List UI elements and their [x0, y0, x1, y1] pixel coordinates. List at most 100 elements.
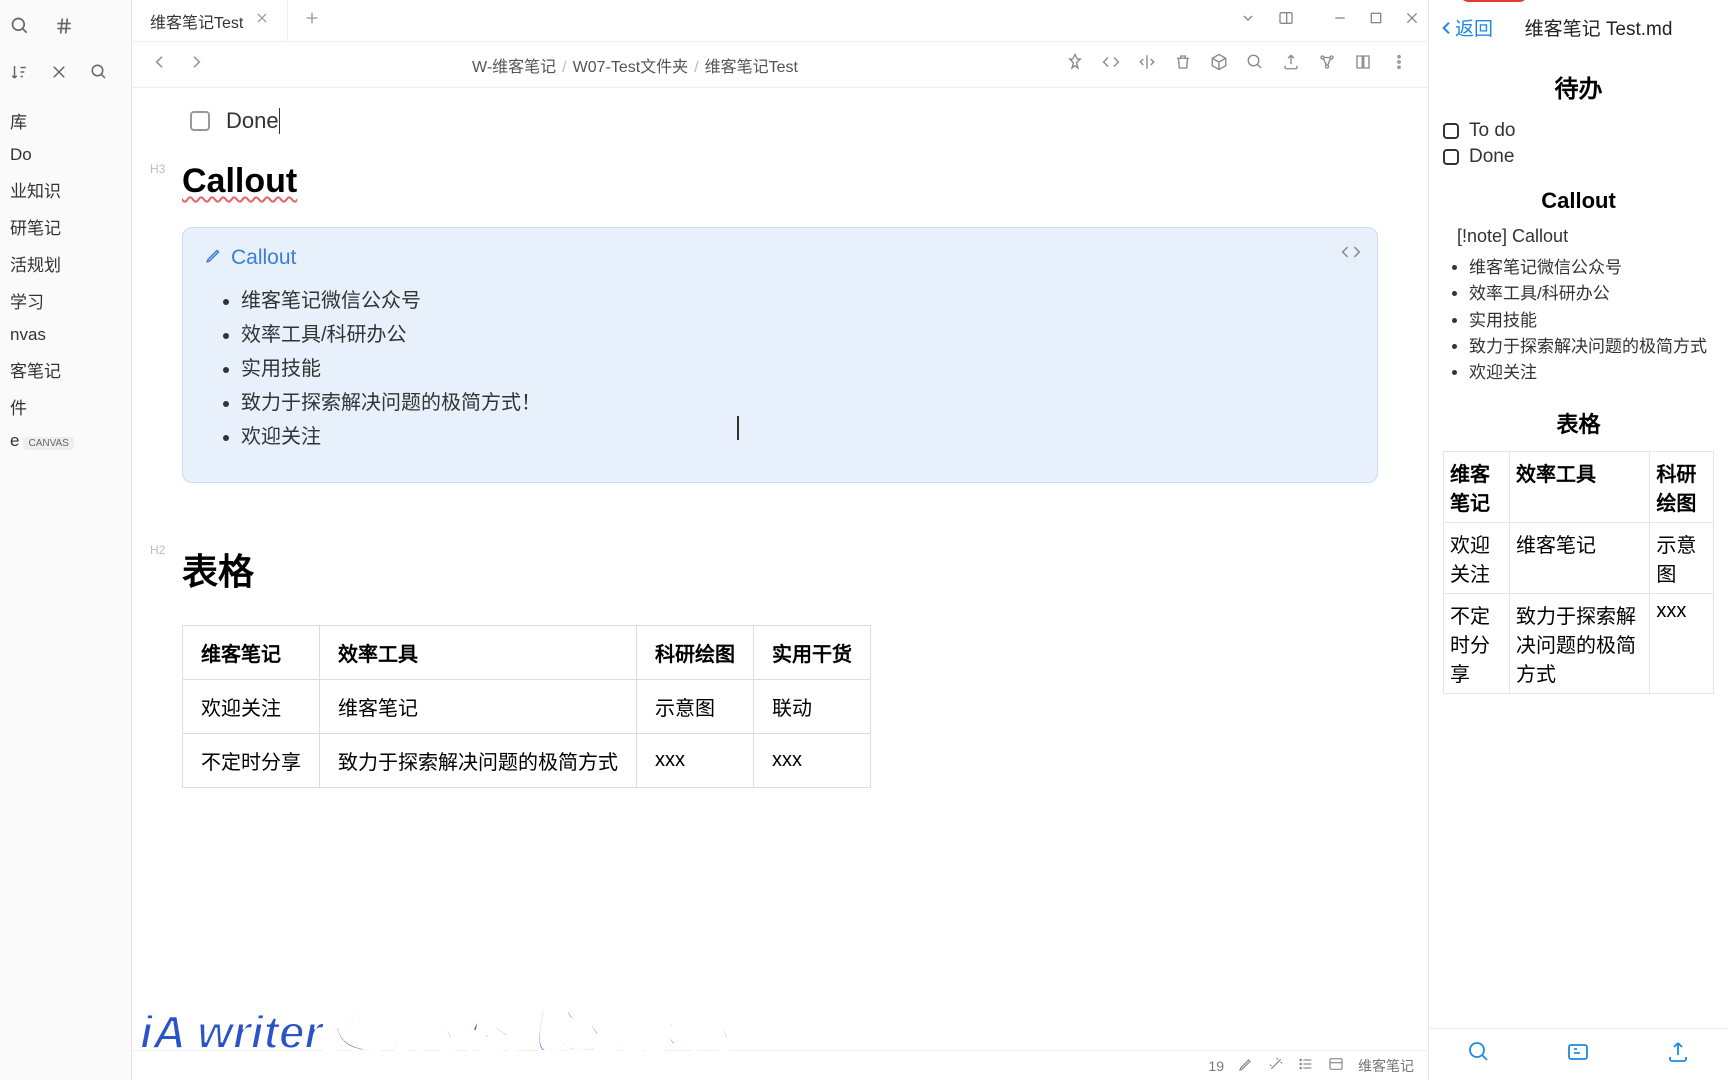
breadcrumb[interactable]: W-维客笔记/W07-Test文件夹/维客笔记Test — [222, 53, 1048, 77]
phone-header: 返回 维客笔记 Test.md — [1429, 0, 1728, 55]
callout-item: 致力于探索解决问题的极简方式！ — [241, 386, 1355, 420]
editor[interactable]: Done H3 Callout Callout 维客笔记微信公众号效率工具/科研… — [132, 88, 1428, 1050]
tabbar: 维客笔记Test — [132, 0, 1428, 42]
heading-table[interactable]: 表格 — [182, 543, 1378, 595]
nav-item[interactable]: 客笔记 — [0, 351, 131, 388]
nav-item[interactable]: eCANVAS — [0, 425, 131, 457]
nav-item[interactable]: Do — [0, 139, 131, 171]
phone-list-item: 实用技能 — [1469, 308, 1714, 334]
split-icon[interactable] — [1138, 53, 1156, 76]
chevron-down-icon[interactable] — [1240, 10, 1256, 31]
word-count[interactable]: 19 — [1208, 1058, 1224, 1074]
text-cursor — [737, 416, 739, 440]
main-table[interactable]: 维客笔记效率工具科研绘图实用干货 欢迎关注维客笔记示意图联动不定时分享致力于探索… — [182, 625, 871, 788]
trash-icon[interactable] — [1174, 53, 1192, 76]
nav-item[interactable]: 学习 — [0, 282, 131, 319]
callout-list: 维客笔记微信公众号效率工具/科研办公实用技能致力于探索解决问题的极简方式！欢迎关… — [205, 284, 1355, 454]
callout-item: 欢迎关注 — [241, 420, 1355, 454]
h3-marker: H3 — [150, 162, 165, 176]
phone-bottom-bar — [1429, 1028, 1728, 1080]
phone-share-icon[interactable] — [1666, 1040, 1690, 1069]
phone-task-2[interactable]: Done — [1443, 146, 1714, 168]
phone-search-icon[interactable] — [1467, 1040, 1491, 1069]
toolbar: W-维客笔记/W07-Test文件夹/维客笔记Test — [132, 42, 1428, 88]
sidebar-tools — [0, 49, 131, 94]
nav-item[interactable]: 业知识 — [0, 171, 131, 208]
table-header: 效率工具 — [320, 626, 637, 680]
sort-icon[interactable] — [10, 63, 28, 86]
crumb-1[interactable]: W-维客笔记 — [472, 59, 556, 76]
nav-back-icon[interactable] — [152, 54, 168, 75]
h2-marker: H2 — [150, 543, 165, 557]
callout-code-icon[interactable] — [1341, 242, 1361, 267]
table-row[interactable]: 欢迎关注维客笔记示意图联动 — [183, 680, 871, 734]
phone-notch — [1459, 0, 1529, 2]
nav-item[interactable]: 研笔记 — [0, 208, 131, 245]
search-files-icon[interactable] — [90, 63, 108, 86]
graph-icon[interactable] — [1318, 53, 1336, 76]
callout-title: Callout — [231, 246, 296, 270]
minimize-icon[interactable] — [1332, 10, 1348, 31]
layout-icon[interactable] — [1328, 1056, 1344, 1075]
sidebar-top-icons — [0, 8, 131, 49]
phone-translate-icon[interactable] — [1566, 1040, 1590, 1069]
phone-list: 维客笔记微信公众号效率工具/科研办公实用技能致力于探索解决问题的极简方式欢迎关注 — [1443, 255, 1714, 387]
close-window-icon[interactable] — [1404, 10, 1420, 31]
list-icon[interactable] — [1298, 1056, 1314, 1075]
phone-h-table: 表格 — [1443, 407, 1714, 439]
task-checkbox[interactable] — [190, 111, 210, 131]
search-icon[interactable] — [10, 16, 30, 41]
table-header: 维客笔记 — [183, 626, 320, 680]
phone-h-todo: 待办 — [1443, 69, 1714, 104]
phone-task-1[interactable]: To do — [1443, 120, 1714, 142]
callout-header: Callout — [205, 246, 1355, 270]
nav-forward-icon[interactable] — [188, 54, 204, 75]
table-row[interactable]: 不定时分享致力于探索解决问题的极简方式xxxxxx — [183, 734, 871, 788]
package-icon[interactable] — [1210, 53, 1228, 76]
tab-title: 维客笔记Test — [150, 9, 243, 33]
task-label: Done — [226, 108, 280, 134]
export-icon[interactable] — [1282, 53, 1300, 76]
pencil-icon — [205, 246, 223, 270]
phone-list-item: 致力于探索解决问题的极简方式 — [1469, 334, 1714, 360]
table-header: 科研绘图 — [637, 626, 754, 680]
phone-body[interactable]: 待办 To do Done Callout [!note] Callout 维客… — [1429, 55, 1728, 1028]
phone-table: 维客笔记效率工具科研绘图 欢迎关注维客笔记示意图不定时分享致力于探索解决问题的极… — [1443, 451, 1714, 694]
vault-name[interactable]: 维客笔记 — [1358, 1056, 1414, 1076]
maximize-icon[interactable] — [1368, 10, 1384, 31]
more-icon[interactable] — [1390, 53, 1408, 76]
nav-item[interactable]: 库 — [0, 102, 131, 139]
sidebar: 库Do业知识研笔记活规划学习nvas客笔记件eCANVAS — [0, 0, 132, 1080]
tab-active[interactable]: 维客笔记Test — [132, 0, 288, 41]
book-icon[interactable] — [1354, 53, 1372, 76]
phone-list-item: 效率工具/科研办公 — [1469, 281, 1714, 307]
close-tab-icon[interactable] — [255, 11, 269, 30]
pin-icon[interactable] — [1066, 53, 1084, 76]
main: 维客笔记Test W-维客笔记/W07-Test文件夹/维客笔记Test — [132, 0, 1428, 1080]
crumb-2[interactable]: W07-Test文件夹 — [573, 59, 689, 76]
statusbar: 19 维客笔记 — [132, 1050, 1428, 1080]
nav-list: 库Do业知识研笔记活规划学习nvas客笔记件eCANVAS — [0, 94, 131, 465]
edit-icon[interactable] — [1238, 1056, 1254, 1075]
crumb-3[interactable]: 维客笔记Test — [705, 59, 798, 76]
tag-icon[interactable] — [54, 16, 74, 41]
collapse-icon[interactable] — [50, 63, 68, 86]
code-icon[interactable] — [1102, 53, 1120, 76]
nav-item[interactable]: 活规划 — [0, 245, 131, 282]
heading-callout[interactable]: Callout — [182, 162, 297, 201]
task-done[interactable]: Done — [190, 108, 1378, 134]
callout-block[interactable]: Callout 维客笔记微信公众号效率工具/科研办公实用技能致力于探索解决问题的… — [182, 227, 1378, 483]
phone-note-raw: [!note] Callout — [1443, 226, 1714, 247]
callout-item: 实用技能 — [241, 352, 1355, 386]
nav-item[interactable]: 件 — [0, 388, 131, 425]
new-tab-button[interactable] — [288, 10, 336, 31]
search-note-icon[interactable] — [1246, 53, 1264, 76]
canvas-badge: CANVAS — [23, 437, 73, 450]
wand-icon[interactable] — [1268, 1056, 1284, 1075]
sidebar-toggle-icon[interactable] — [1278, 10, 1294, 31]
phone-table-header: 维客笔记效率工具科研绘图 — [1444, 451, 1714, 522]
phone-preview: 返回 维客笔记 Test.md 待办 To do Done Callout [!… — [1428, 0, 1728, 1080]
tool-icons — [1066, 53, 1408, 76]
phone-list-item: 欢迎关注 — [1469, 360, 1714, 386]
nav-item[interactable]: nvas — [0, 319, 131, 351]
